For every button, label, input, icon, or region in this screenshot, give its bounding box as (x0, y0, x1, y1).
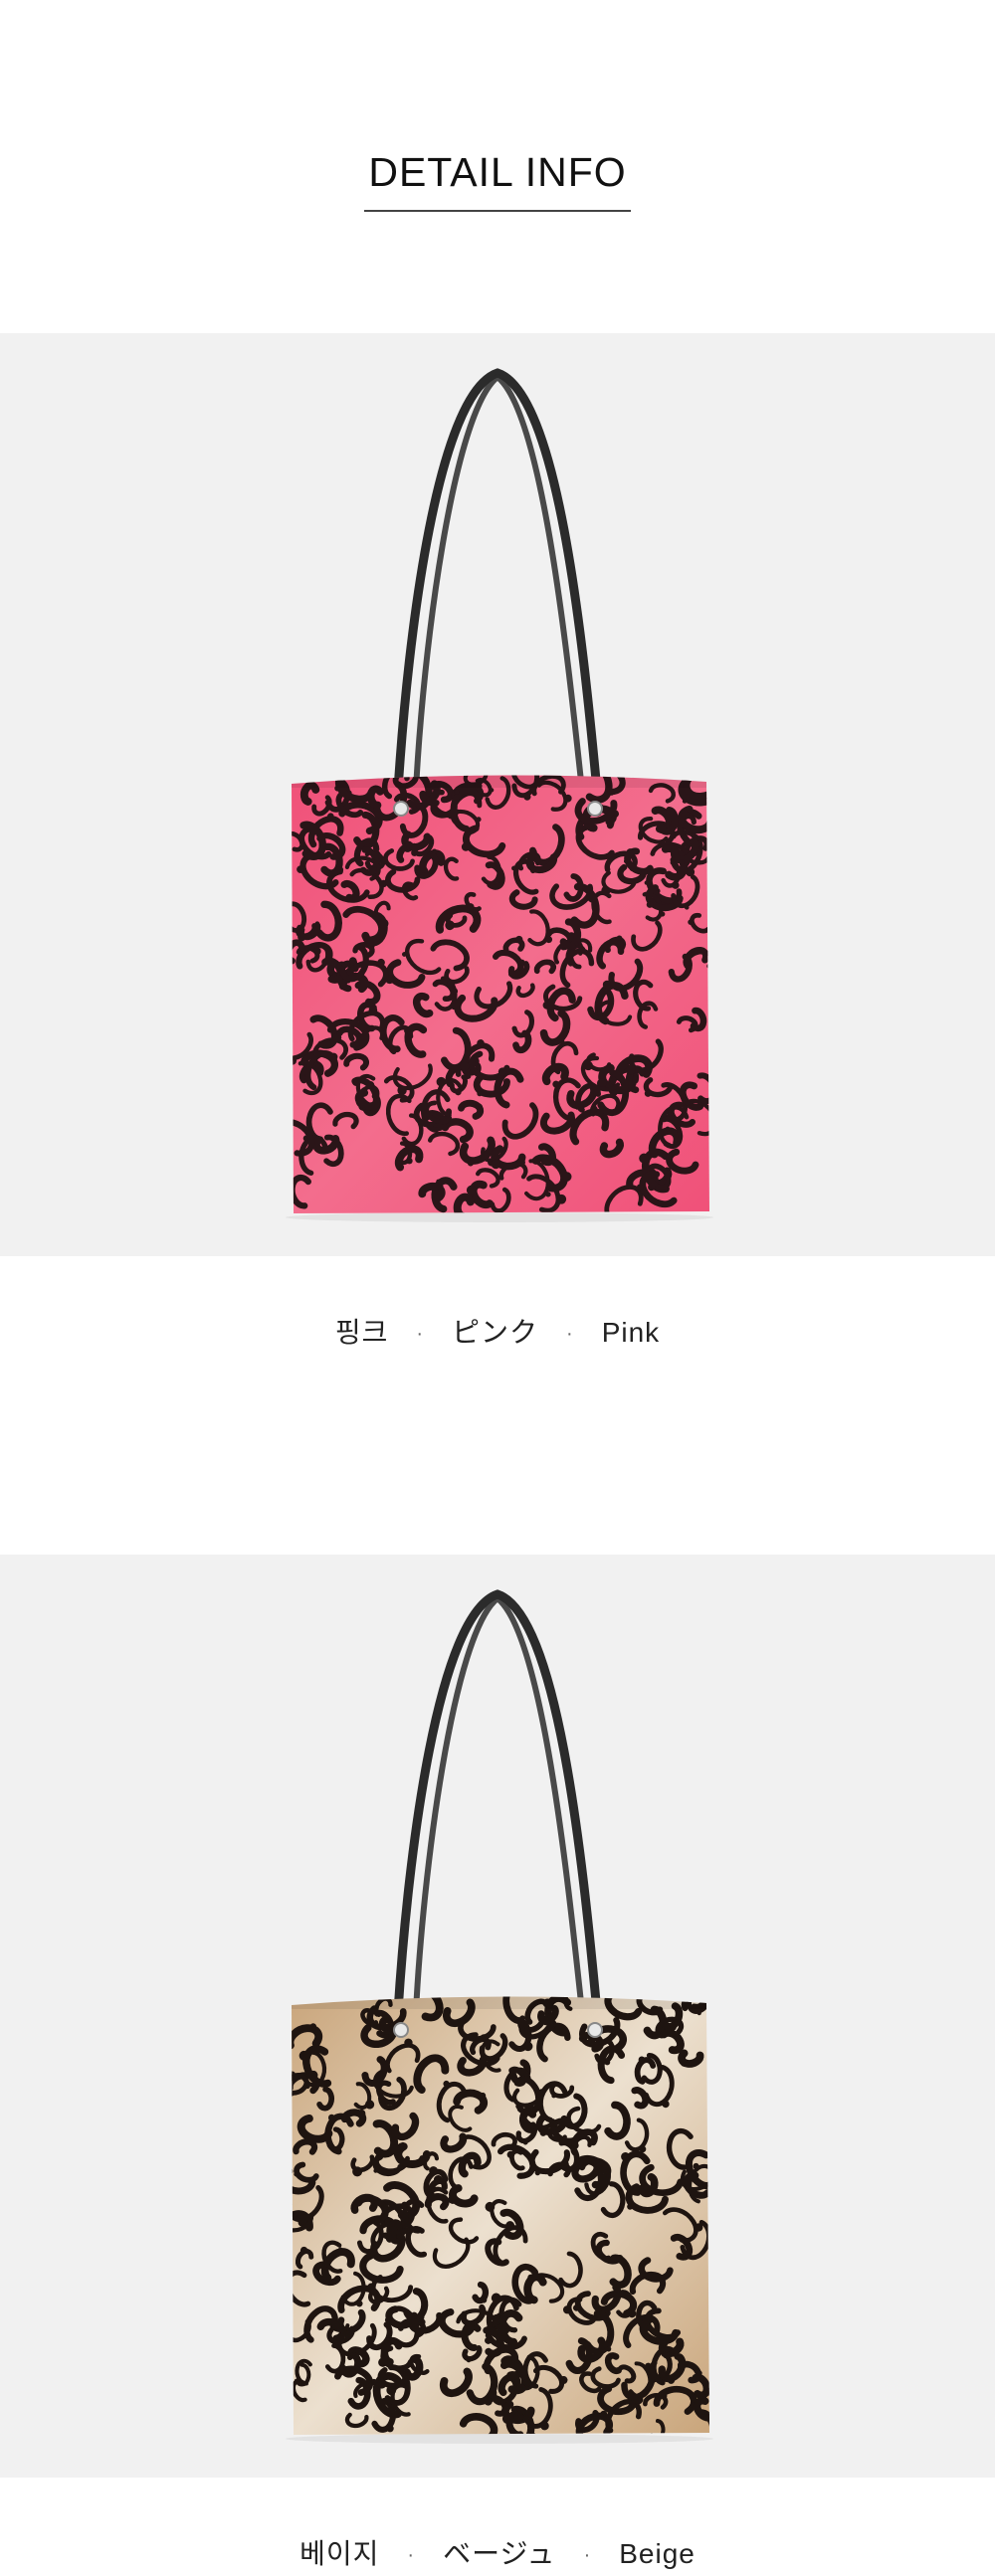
product-photo-beige (0, 1555, 995, 2478)
separator-dot: · (416, 1323, 425, 1346)
color-caption-beige: 베이지 · ベージュ · Beige (0, 2532, 995, 2572)
page-title: DETAIL INFO (364, 149, 631, 212)
grommet-icon (393, 2022, 409, 2038)
product-photo-pink (0, 333, 995, 1256)
bag-body (292, 775, 709, 1213)
pink-leopard-tote-bag-image (286, 368, 713, 1222)
color-name-japanese: ピンク (452, 1317, 539, 1348)
bag-body (292, 1996, 709, 2435)
color-name-english: Pink (601, 1317, 661, 1348)
color-name-japanese: ベージュ (443, 2538, 556, 2569)
separator-dot: · (566, 1323, 574, 1346)
grommet-icon (587, 2022, 603, 2038)
separator-dot: · (407, 2544, 416, 2567)
grommet-icon (587, 801, 603, 817)
strap-handle (393, 368, 602, 796)
strap-handle (393, 1589, 602, 2017)
color-name-korean: 핑크 (334, 1317, 389, 1348)
color-caption-pink: 핑크 · ピンク · Pink (0, 1311, 995, 1351)
color-name-korean: 베이지 (299, 2538, 380, 2569)
color-name-english: Beige (619, 2538, 696, 2569)
separator-dot: · (583, 2544, 592, 2567)
beige-leopard-tote-bag-image (286, 1589, 713, 2444)
grommet-icon (393, 801, 409, 817)
section-header: DETAIL INFO (0, 149, 995, 212)
